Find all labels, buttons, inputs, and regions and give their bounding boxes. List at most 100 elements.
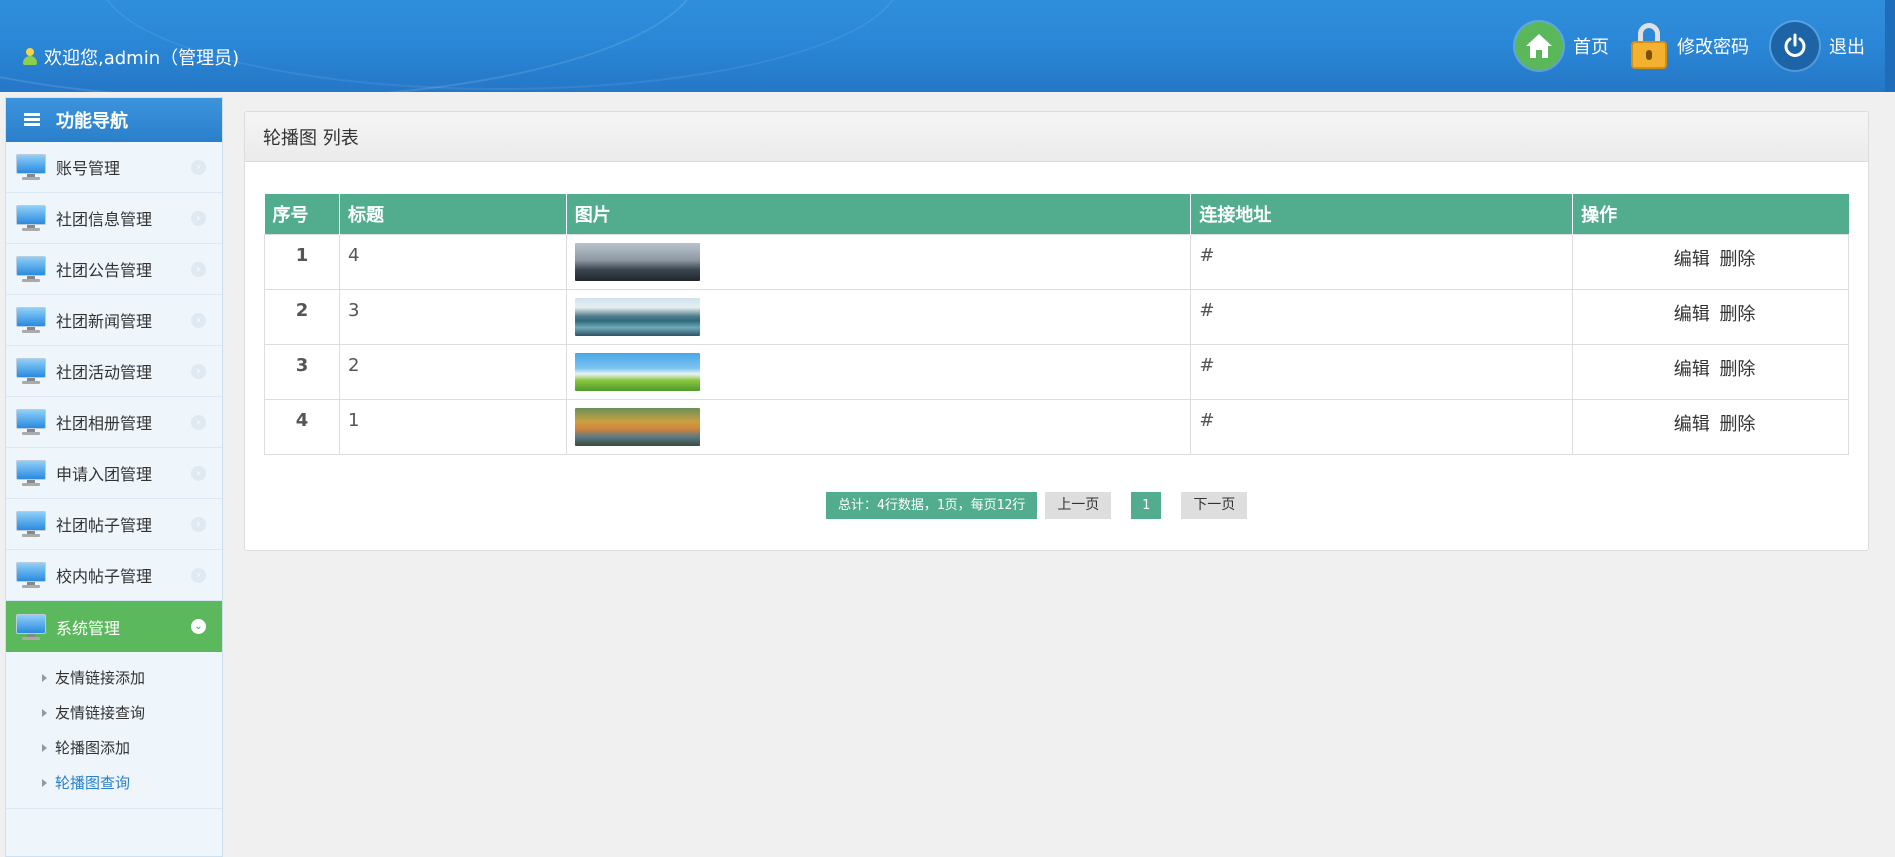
edit-button[interactable]: 编辑	[1674, 359, 1710, 380]
power-icon	[1771, 22, 1819, 70]
monitor-icon	[16, 307, 46, 333]
monitor-icon	[16, 154, 46, 180]
submenu-item-link-query[interactable]: 友情链接查询	[42, 695, 222, 730]
submenu-item-label: 轮播图查询	[55, 774, 131, 792]
welcome-text: 欢迎您,admin（管理员)	[44, 48, 240, 69]
carousel-list-panel: 轮播图 列表 序号 标题 图片 连接地址 操作 1 4 # 编辑 删除 2 3 …	[244, 111, 1869, 551]
monitor-icon	[16, 511, 46, 537]
home-label: 首页	[1573, 37, 1609, 58]
row-link: #	[1190, 398, 1574, 455]
column-header: 图片	[566, 194, 1192, 234]
panel-title: 轮播图 列表	[245, 112, 1868, 162]
sidebar-item-label: 系统管理	[56, 618, 121, 638]
sidebar-item-club-activity[interactable]: 社团活动管理 ›	[6, 346, 222, 397]
triangle-right-icon	[42, 743, 47, 752]
column-header: 连接地址	[1190, 194, 1574, 234]
delete-button[interactable]: 删除	[1719, 249, 1755, 270]
row-link: #	[1190, 233, 1574, 290]
edit-button[interactable]: 编辑	[1674, 304, 1710, 325]
row-title: 1	[338, 398, 567, 455]
edit-button[interactable]: 编辑	[1674, 249, 1710, 270]
chevron-right-icon: ›	[191, 517, 206, 532]
table-row: 2 3 # 编辑 删除	[264, 288, 1849, 345]
sidebar-item-club-posts[interactable]: 社团帖子管理 ›	[6, 499, 222, 550]
sidebar-item-label: 社团信息管理	[56, 210, 153, 229]
prev-page-button[interactable]: 上一页	[1045, 492, 1112, 519]
sidebar-item-account[interactable]: 账号管理 ›	[6, 142, 222, 193]
chevron-right-icon: ›	[191, 211, 206, 226]
table-row: 3 2 # 编辑 删除	[264, 343, 1849, 400]
row-image-cell	[565, 343, 1192, 400]
monitor-icon	[16, 256, 46, 282]
logout-label: 退出	[1829, 37, 1865, 58]
row-title: 2	[338, 343, 567, 400]
chevron-right-icon: ›	[191, 466, 206, 481]
sidebar-item-label: 社团新闻管理	[56, 312, 153, 331]
row-number: 4	[264, 398, 340, 455]
list-icon	[24, 113, 40, 127]
row-number: 1	[264, 233, 340, 290]
triangle-right-icon	[42, 673, 47, 682]
change-password-label: 修改密码	[1677, 37, 1749, 58]
row-number: 3	[264, 343, 340, 400]
monitor-icon	[16, 358, 46, 384]
sidebar-header: 功能导航	[6, 98, 222, 142]
row-image-cell	[565, 233, 1192, 290]
sidebar-item-label: 社团帖子管理	[56, 516, 153, 535]
monitor-icon	[16, 562, 46, 588]
sidebar-item-label: 社团相册管理	[56, 414, 153, 433]
chevron-right-icon: ›	[191, 313, 206, 328]
triangle-right-icon	[42, 708, 47, 717]
row-image-cell	[565, 398, 1192, 455]
sidebar-item-label: 校内帖子管理	[56, 567, 153, 586]
change-password-link[interactable]: 修改密码	[1631, 23, 1749, 69]
sidebar-item-club-info[interactable]: 社团信息管理 ›	[6, 193, 222, 244]
table-header-row: 序号 标题 图片 连接地址 操作	[264, 194, 1849, 234]
monitor-icon	[16, 460, 46, 486]
monitor-icon	[16, 613, 46, 640]
row-actions: 编辑 删除	[1572, 398, 1849, 455]
column-header: 序号	[264, 194, 340, 234]
submenu-item-carousel-query[interactable]: 轮播图查询	[42, 765, 222, 800]
home-icon	[1515, 22, 1563, 70]
table-row: 1 4 # 编辑 删除	[264, 233, 1849, 290]
top-header: 欢迎您,admin（管理员) 首页 修改密码 退出	[0, 0, 1895, 92]
delete-button[interactable]: 删除	[1719, 304, 1755, 325]
header-edge	[1885, 0, 1895, 92]
sidebar-item-system[interactable]: 系统管理 ⌄	[6, 601, 222, 652]
carousel-table: 序号 标题 图片 连接地址 操作 1 4 # 编辑 删除 2 3 # 编辑 删除…	[264, 194, 1849, 455]
top-nav: 首页 修改密码 退出	[1493, 22, 1865, 70]
logout-link[interactable]: 退出	[1771, 22, 1865, 70]
monitor-icon	[16, 205, 46, 231]
sidebar-item-club-album[interactable]: 社团相册管理 ›	[6, 397, 222, 448]
sidebar-item-club-notice[interactable]: 社团公告管理 ›	[6, 244, 222, 295]
row-link: #	[1190, 288, 1574, 345]
sidebar-item-club-news[interactable]: 社团新闻管理 ›	[6, 295, 222, 346]
sidebar-item-join-requests[interactable]: 申请入团管理 ›	[6, 448, 222, 499]
triangle-right-icon	[42, 778, 47, 787]
table-row: 4 1 # 编辑 删除	[264, 398, 1849, 455]
welcome-message: 欢迎您,admin（管理员)	[22, 44, 239, 70]
pagination: 总计：4行数据，1页，每页12行 上一页 1 下一页	[826, 492, 1248, 519]
sidebar-item-campus-posts[interactable]: 校内帖子管理 ›	[6, 550, 222, 601]
chevron-down-icon: ⌄	[191, 619, 206, 634]
monitor-icon	[16, 409, 46, 435]
carousel-thumbnail	[574, 242, 700, 281]
home-link[interactable]: 首页	[1515, 22, 1609, 70]
row-actions: 编辑 删除	[1572, 288, 1849, 345]
row-actions: 编辑 删除	[1572, 343, 1849, 400]
page-number-button[interactable]: 1	[1131, 492, 1162, 519]
column-header: 操作	[1572, 194, 1849, 234]
carousel-thumbnail	[574, 297, 700, 336]
sidebar-item-label: 申请入团管理	[56, 465, 153, 484]
submenu-item-link-add[interactable]: 友情链接添加	[42, 660, 222, 695]
submenu-item-label: 轮播图添加	[55, 739, 131, 757]
chevron-right-icon: ›	[191, 262, 206, 277]
submenu-item-label: 友情链接查询	[55, 704, 146, 722]
column-header: 标题	[339, 194, 567, 234]
delete-button[interactable]: 删除	[1719, 359, 1755, 380]
edit-button[interactable]: 编辑	[1674, 414, 1710, 435]
submenu-item-carousel-add[interactable]: 轮播图添加	[42, 730, 222, 765]
next-page-button[interactable]: 下一页	[1181, 492, 1248, 519]
delete-button[interactable]: 删除	[1719, 414, 1755, 435]
